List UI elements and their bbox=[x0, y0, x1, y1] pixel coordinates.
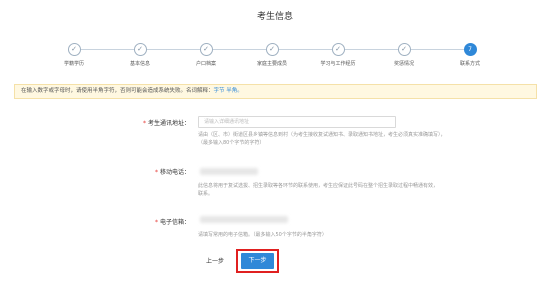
step-done-circle: ✓ bbox=[331, 43, 345, 56]
check-icon: ✓ bbox=[71, 45, 77, 53]
address-input[interactable]: 请输入详细通讯地址 bbox=[198, 116, 396, 128]
required-star: * bbox=[154, 219, 158, 226]
step-done-circle: ✓ bbox=[133, 43, 147, 56]
step-done-circle: ✓ bbox=[265, 43, 279, 56]
email-label: * 电子信箱： bbox=[154, 219, 190, 226]
step-number: 7 bbox=[468, 45, 472, 53]
mobile-value-redacted[interactable] bbox=[200, 168, 258, 175]
notice-link[interactable]: 字节 半角。 bbox=[214, 88, 243, 94]
step-done-circle: ✓ bbox=[67, 43, 81, 56]
step-lianxi[interactable]: 7 联系方式 bbox=[425, 43, 515, 67]
page-title: 考生信息 bbox=[256, 12, 293, 22]
next-step-button[interactable]: 下一步 bbox=[241, 253, 274, 269]
prev-step-button[interactable]: 上一步 bbox=[200, 255, 230, 269]
address-label: * 考生通讯地址： bbox=[142, 120, 190, 127]
email-hint: 请填写常用的电子信箱。（最多输入50个字节的半角字符） bbox=[198, 232, 327, 238]
step-active-circle: 7 bbox=[463, 43, 477, 56]
mobile-hint: 此信息将用于复试选拔、招生录取等各环节的联系使用，考生应保证此号码在整个招生录取… bbox=[198, 183, 439, 197]
required-star: * bbox=[154, 169, 158, 176]
check-icon: ✓ bbox=[401, 45, 407, 53]
notice-text: 在输入数字或字母时，请使用半角字符，否则可能会造成系统失败。名词解释： bbox=[21, 88, 214, 94]
step-label: 联系方式 bbox=[459, 61, 480, 67]
step-done-circle: ✓ bbox=[397, 43, 411, 56]
mobile-label: * 移动电话： bbox=[154, 169, 190, 176]
check-icon: ✓ bbox=[335, 45, 341, 53]
address-hint: 请由（区、市）街道区县乡镇等信息到村（为考生接收复试通知书、录取通知书地址，考生… bbox=[198, 132, 446, 146]
check-icon: ✓ bbox=[203, 45, 209, 53]
notice-bar: 在输入数字或字母时，请使用半角字符，否则可能会造成系统失败。名词解释：字节 半角… bbox=[14, 84, 537, 99]
step-done-circle: ✓ bbox=[199, 43, 213, 56]
check-icon: ✓ bbox=[269, 45, 275, 53]
email-value-redacted[interactable] bbox=[200, 216, 288, 223]
progress-steps: ✓ 学籍学历 ✓ 基本信息 ✓ 户口档案 ✓ 家庭主要成员 ✓ 学习与工作经历 … bbox=[0, 43, 550, 73]
check-icon: ✓ bbox=[137, 45, 143, 53]
required-star: * bbox=[142, 120, 146, 127]
